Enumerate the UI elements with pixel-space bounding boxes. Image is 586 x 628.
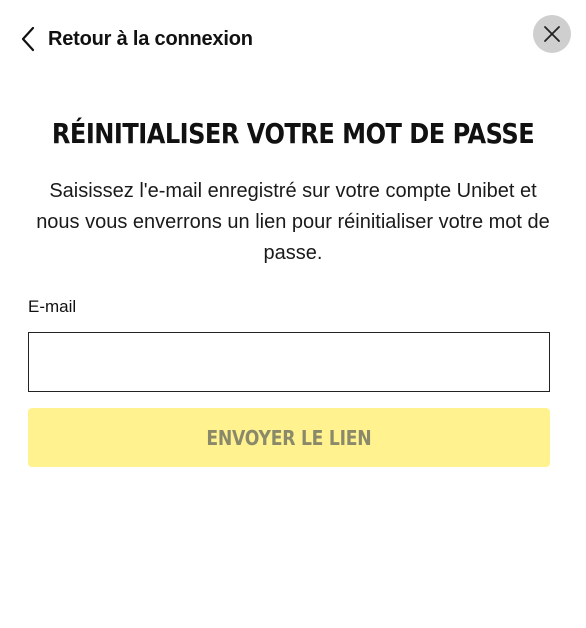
back-to-login-link[interactable]: Retour à la connexion (18, 24, 253, 54)
instructions-text: Saisissez l'e-mail enregistré sur votre … (36, 180, 550, 264)
top-bar: Retour à la connexion (0, 0, 586, 80)
close-button[interactable] (533, 15, 571, 53)
back-link-label: Retour à la connexion (48, 27, 253, 50)
send-link-label: ENVOYER LE LIEN (206, 425, 372, 450)
email-input[interactable] (28, 332, 550, 392)
send-link-button[interactable]: ENVOYER LE LIEN (28, 408, 550, 467)
close-icon (543, 25, 561, 43)
page-title: RÉINITIALISER VOTRE MOT DE PASSE (51, 117, 535, 150)
chevron-left-icon (18, 25, 38, 53)
email-label: E-mail (28, 297, 77, 316)
